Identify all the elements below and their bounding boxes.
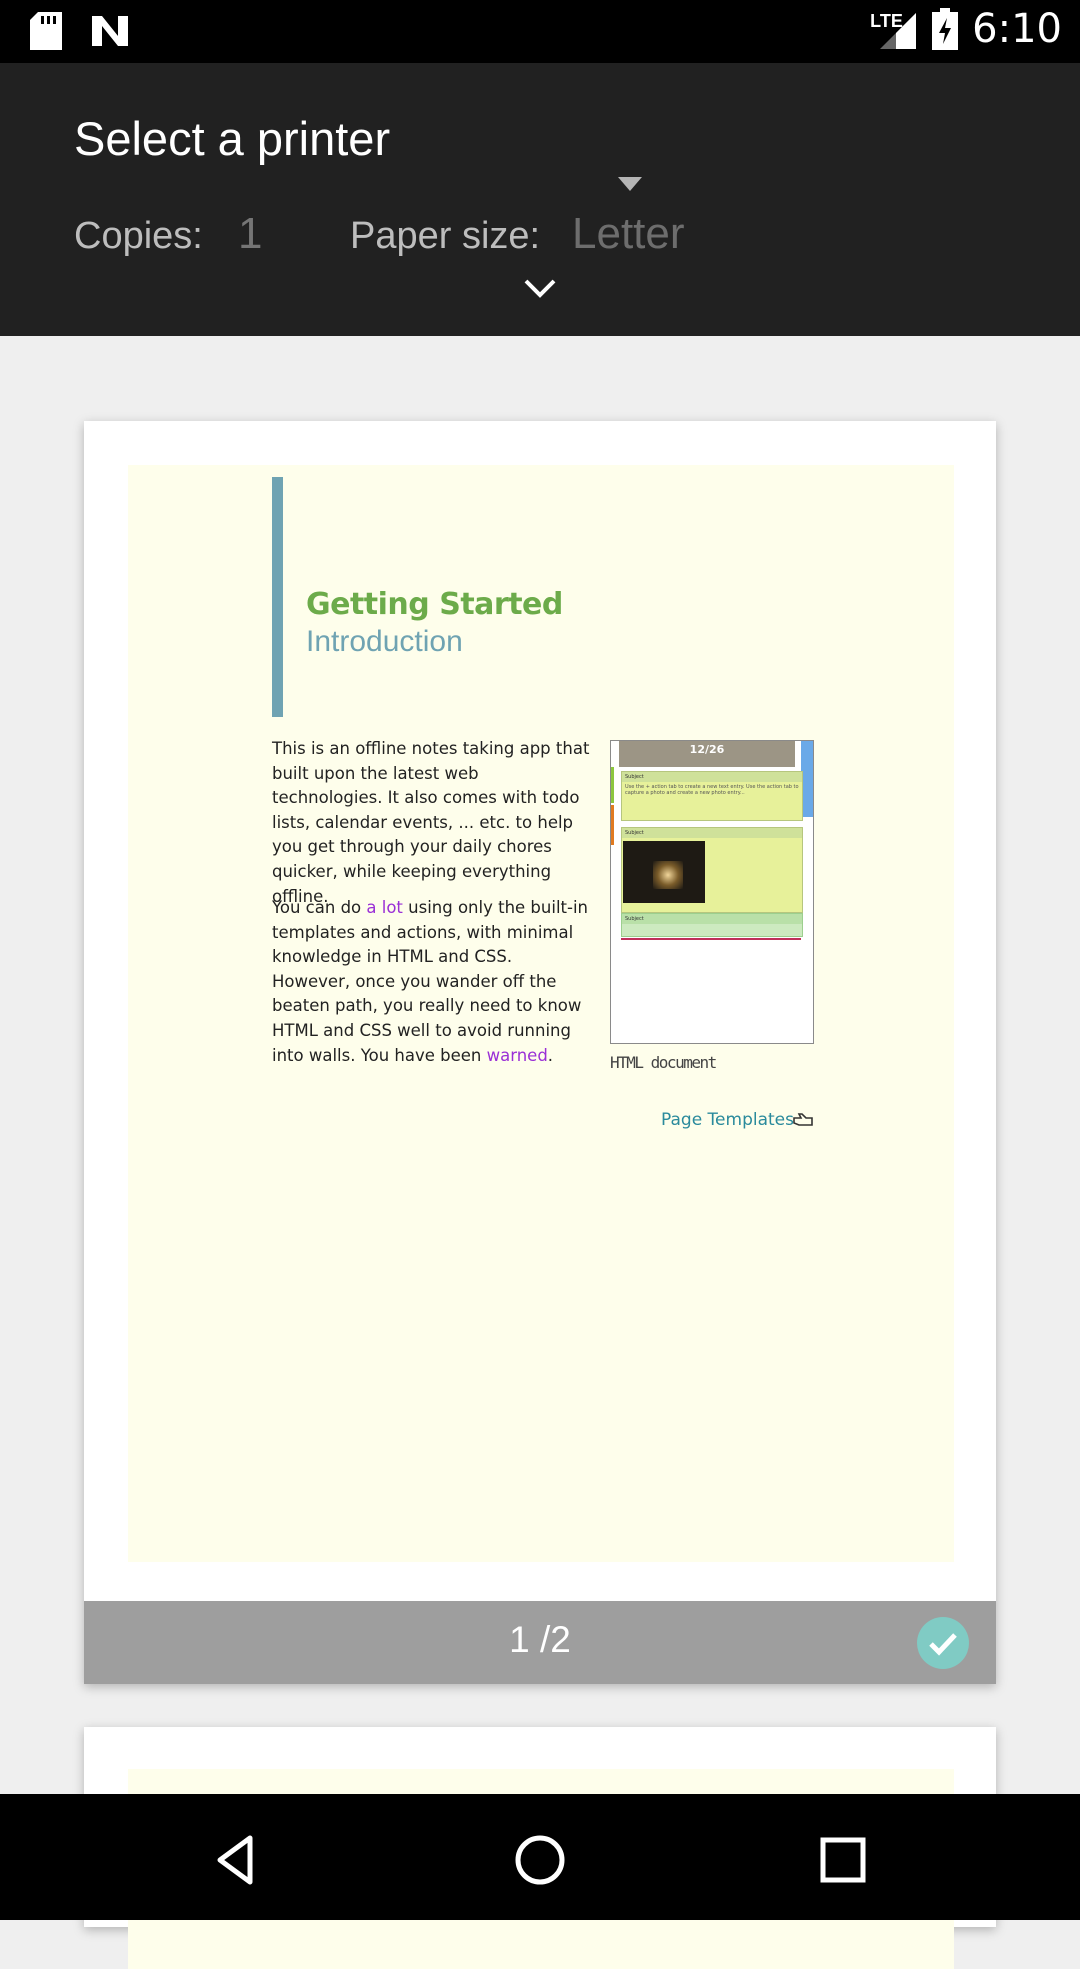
home-icon[interactable]: [512, 1832, 568, 1888]
document-title: Getting Started: [306, 587, 563, 622]
lte-signal-icon: LTE: [870, 7, 918, 51]
copies-input[interactable]: 1: [238, 209, 262, 259]
thumbnail-banner: 12/26: [619, 741, 795, 767]
chevron-down-icon[interactable]: [520, 273, 560, 303]
page-templates-link[interactable]: Page Templates: [661, 1110, 794, 1130]
printer-selector-label: Select a printer: [74, 112, 391, 165]
thumbnail-note-1: Subject Use the + action tab to create a…: [621, 771, 803, 821]
page-indicator: 1 /2: [509, 1619, 571, 1660]
page-content: Getting Started Introduction This is an …: [128, 465, 954, 1562]
page-preview-1[interactable]: Getting Started Introduction This is an …: [84, 421, 996, 1684]
copies-label: Copies:: [74, 215, 203, 257]
back-icon[interactable]: [208, 1832, 264, 1888]
navigation-bar: [0, 1794, 1080, 1920]
html-document-thumbnail: 12/26 Subject Use the + action tab to cr…: [610, 740, 814, 1044]
thumbnail-note-3: Subject: [621, 913, 803, 937]
warning-paragraph: You can do a lot using only the built-in…: [272, 898, 588, 1065]
print-options-panel: Select a printer Copies: 1 Paper size: L…: [0, 63, 1080, 336]
page-selected-check-icon[interactable]: [917, 1617, 969, 1669]
status-bar: LTE 6:10: [0, 0, 1080, 63]
thumbnail-caption: HTML document: [610, 1053, 717, 1072]
a-lot-link[interactable]: a lot: [366, 898, 403, 917]
page-footer: 1 /2: [84, 1601, 996, 1684]
warned-link[interactable]: warned: [487, 1046, 548, 1065]
title-accent-bar: [272, 477, 283, 717]
dropdown-arrow-icon[interactable]: [618, 177, 642, 191]
n-logo-icon: [92, 16, 128, 46]
recents-icon[interactable]: [815, 1832, 871, 1888]
intro-paragraph: This is an offline notes taking app that…: [272, 739, 590, 906]
sd-card-icon: [30, 12, 62, 50]
paper-size-select[interactable]: Letter: [572, 209, 685, 259]
clock: 6:10: [972, 6, 1062, 52]
paper-size-label: Paper size:: [350, 215, 541, 257]
printer-selector[interactable]: Select a printer: [74, 111, 644, 191]
battery-charging-icon: [932, 8, 959, 50]
document-subtitle: Introduction: [306, 625, 463, 658]
pointing-hand-icon: [793, 1113, 813, 1126]
thumbnail-photo: [623, 841, 705, 903]
